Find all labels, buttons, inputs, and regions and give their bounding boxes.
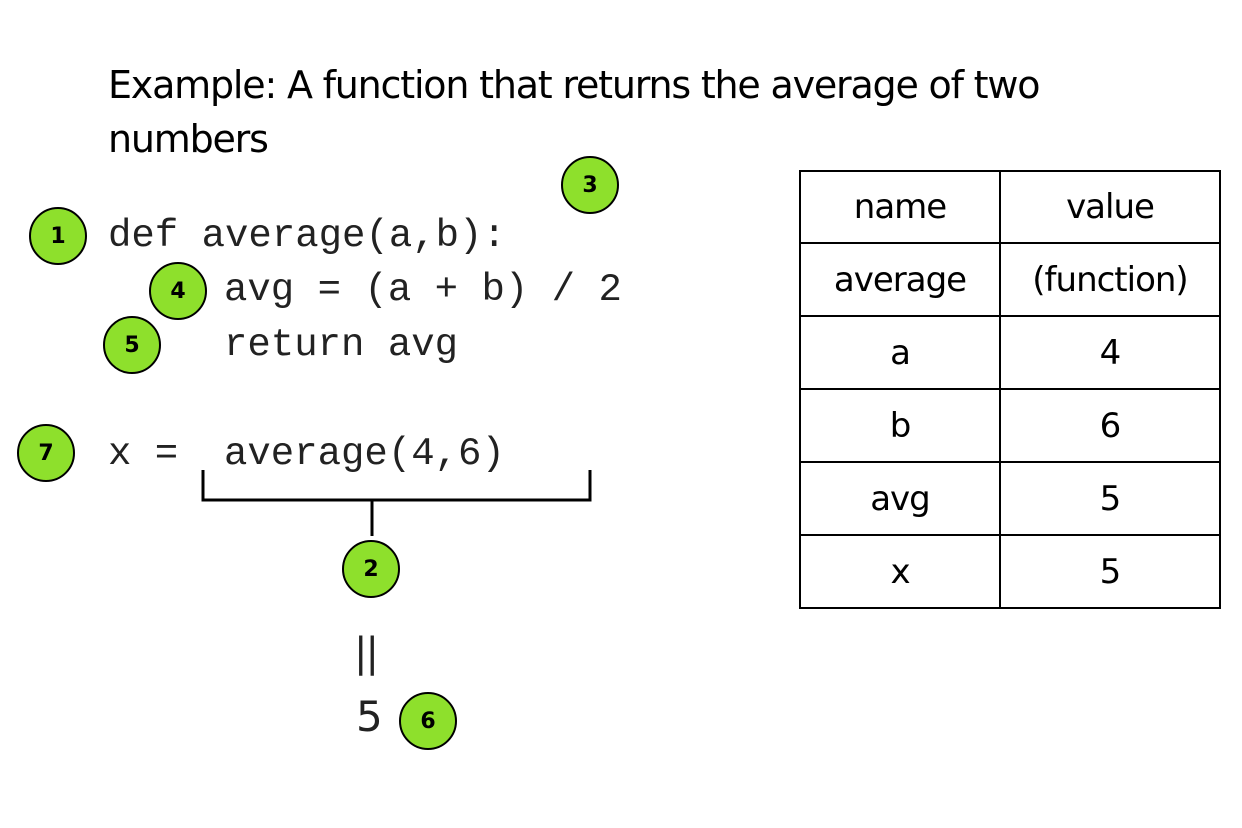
- step-badge-7: 7: [17, 424, 75, 482]
- table-row: avg 5: [799, 461, 1221, 536]
- table-row: average (function): [799, 242, 1221, 317]
- cell-name: avg: [799, 461, 1001, 536]
- table-row: x 5: [799, 534, 1221, 609]
- cell-name: x: [799, 534, 1001, 609]
- cell-name: a: [799, 315, 1001, 390]
- step-badge-5: 5: [103, 316, 161, 374]
- cell-name: b: [799, 388, 1001, 463]
- variable-table: name value average (function) a 4 b 6 av…: [799, 170, 1221, 609]
- table-header-row: name value: [799, 170, 1221, 244]
- cell-value: (function): [999, 242, 1221, 317]
- table-row: b 6: [799, 388, 1221, 463]
- table-row: a 4: [799, 315, 1221, 390]
- header-name: name: [799, 170, 1001, 244]
- header-value: value: [999, 170, 1221, 244]
- step-badge-4: 4: [149, 262, 207, 320]
- step-badge-2: 2: [342, 540, 400, 598]
- step-badge-3: 3: [561, 156, 619, 214]
- result-value: 5: [356, 692, 383, 741]
- step-badge-1: 1: [29, 207, 87, 265]
- step-badge-6: 6: [399, 692, 457, 750]
- cell-value: 5: [999, 461, 1221, 536]
- cell-name: average: [799, 242, 1001, 317]
- equals-sign: ||: [354, 630, 379, 676]
- cell-value: 4: [999, 315, 1221, 390]
- cell-value: 5: [999, 534, 1221, 609]
- cell-value: 6: [999, 388, 1221, 463]
